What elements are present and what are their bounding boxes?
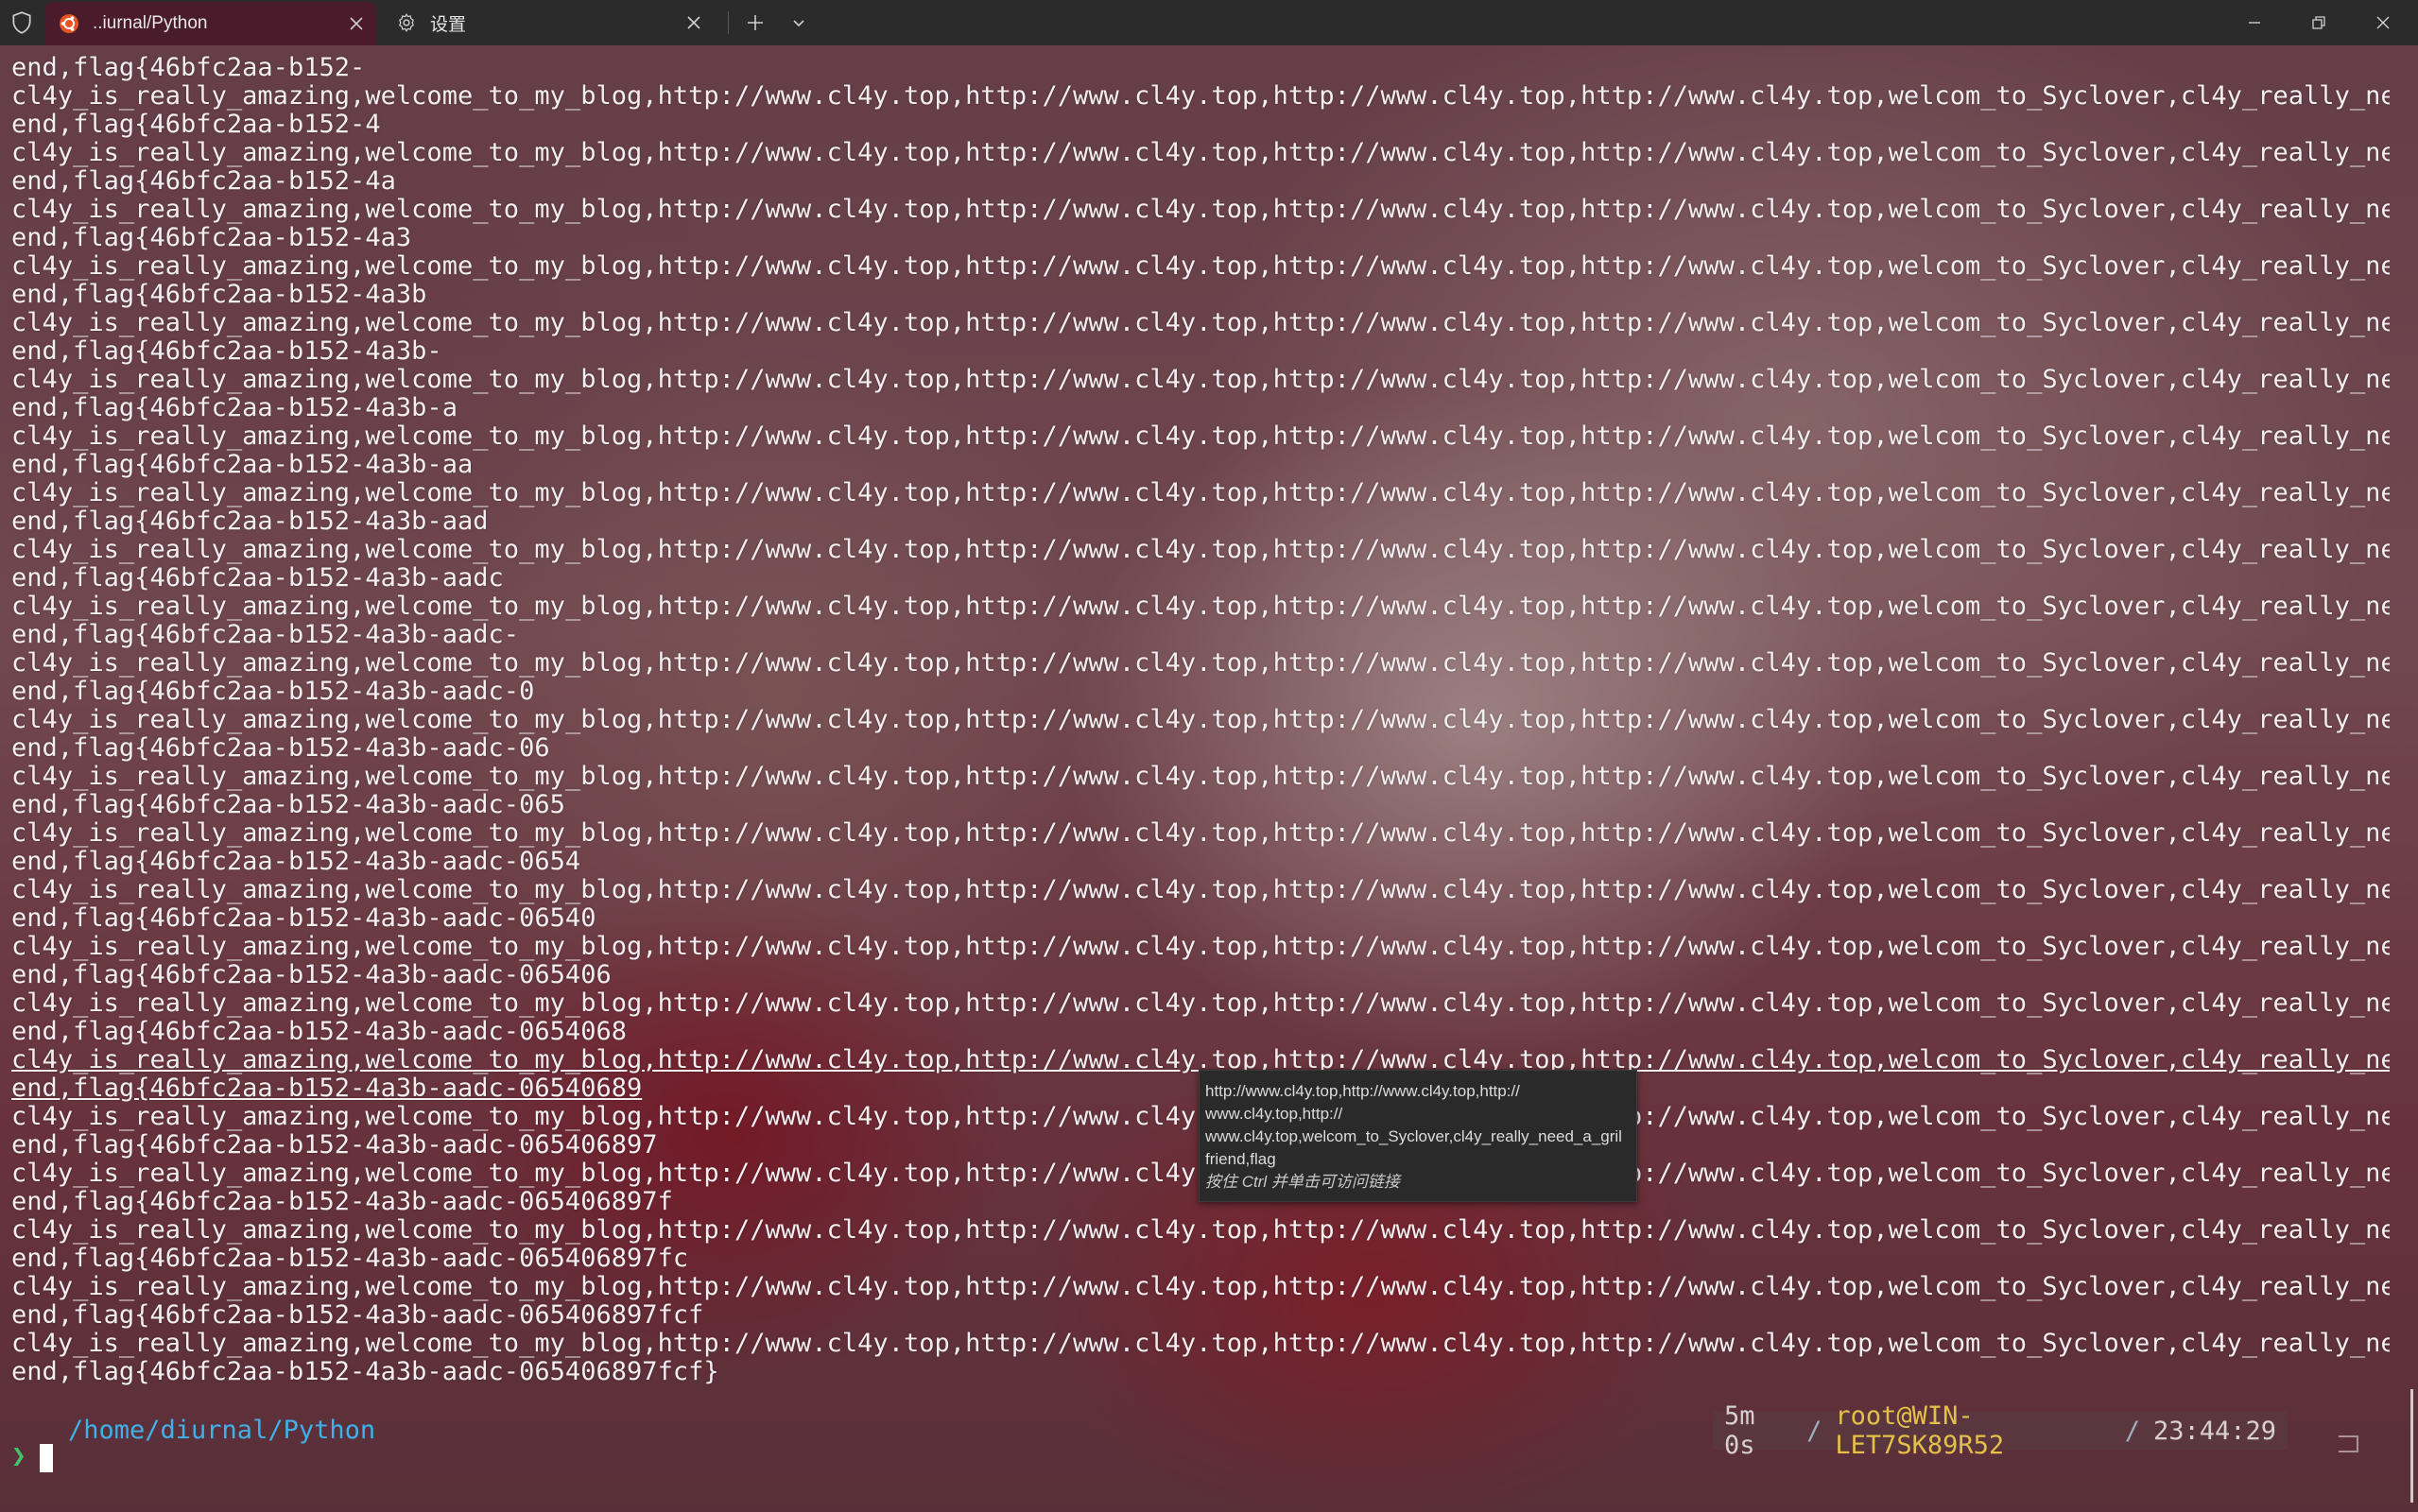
terminal-line: cl4y_is_really_amazing,welcome_to_my_blo… bbox=[11, 479, 2390, 507]
terminal-line: cl4y_is_really_amazing,welcome_to_my_blo… bbox=[11, 763, 2390, 791]
clock-time: 23:44:29 bbox=[2152, 1416, 2276, 1446]
new-tab-button[interactable] bbox=[741, 9, 769, 37]
terminal-line: cl4y_is_really_amazing,welcome_to_my_blo… bbox=[11, 706, 2390, 734]
prompt-status: 5m 0s / root@WIN-LET7SK89R52 / 23:44:29 bbox=[1713, 1401, 2288, 1460]
terminal-line: end,flag{46bfc2aa-b152-4a3b-aadc-0654068… bbox=[11, 1245, 689, 1273]
command-duration: 5m 0s bbox=[1724, 1401, 1755, 1460]
terminal-line: end,flag{46bfc2aa-b152-4a3b-aadc-0654068… bbox=[11, 1301, 704, 1330]
terminal-line: end,flag{46bfc2aa-b152-4a3b-aadc-065406 bbox=[11, 961, 612, 989]
terminal-line: end,flag{46bfc2aa-b152-4 bbox=[11, 111, 381, 139]
title-bar: ..iurnal/Python 设置 bbox=[0, 0, 2418, 45]
terminal-line: end,flag{46bfc2aa-b152-4a3b-aadc-0654068… bbox=[11, 1358, 719, 1386]
link-tooltip: http://www.cl4y.top,http://www.cl4y.top,… bbox=[1199, 1070, 1637, 1202]
terminal-line: end,flag{46bfc2aa-b152-4a3b-aadc-06 bbox=[11, 734, 550, 763]
terminal-line: end,flag{46bfc2aa-b152-4a3b-aadc-06540 bbox=[11, 904, 596, 933]
tooltip-hint: 按住 Ctrl 并单击可访问链接 bbox=[1205, 1173, 1400, 1191]
terminal-line: cl4y_is_really_amazing,welcome_to_my_blo… bbox=[11, 1273, 2390, 1301]
tab-divider bbox=[728, 11, 729, 34]
terminal-line: cl4y_is_really_amazing,welcome_to_my_blo… bbox=[11, 593, 2390, 621]
user-host: root@WIN-LET7SK89R52 bbox=[1835, 1401, 2005, 1460]
terminal-line: end,flag{46bfc2aa-b152-4a3b-aadc-0654068 bbox=[11, 1018, 628, 1046]
terminal-line: cl4y_is_really_amazing,welcome_to_my_blo… bbox=[11, 252, 2390, 281]
tab-label: 设置 bbox=[430, 14, 467, 35]
tab-terminal[interactable]: ..iurnal/Python bbox=[45, 2, 376, 45]
terminal-line: end,flag{46bfc2aa-b152-4a3b- bbox=[11, 337, 442, 366]
terminal-line: end,flag{46bfc2aa-b152-4a3b-aa bbox=[11, 451, 474, 479]
terminal-line: cl4y_is_really_amazing,welcome_to_my_blo… bbox=[11, 876, 2390, 904]
terminal-line: end,flag{46bfc2aa-b152- bbox=[11, 54, 366, 82]
tooltip-url-line: www.cl4y.top,http:// bbox=[1205, 1105, 1343, 1123]
return-icon bbox=[2339, 1435, 2358, 1452]
terminal-line: cl4y_is_really_amazing,welcome_to_my_blo… bbox=[11, 649, 2390, 678]
status-separator: / bbox=[1806, 1416, 1822, 1446]
terminal-line: cl4y_is_really_amazing,welcome_to_my_blo… bbox=[11, 422, 2390, 451]
terminal-line: cl4y_is_really_amazing,welcome_to_my_blo… bbox=[11, 933, 2390, 961]
terminal-line: cl4y_is_really_amazing,welcome_to_my_blo… bbox=[11, 309, 2390, 337]
tab-settings[interactable]: 设置 bbox=[383, 0, 714, 45]
close-icon[interactable] bbox=[342, 9, 371, 38]
prompt-caret: ❯ bbox=[11, 1442, 26, 1470]
minimize-button[interactable] bbox=[2223, 0, 2286, 45]
terminal-line: end,flag{46bfc2aa-b152-4a3b-aadc- bbox=[11, 621, 520, 649]
terminal-line: cl4y_is_really_amazing,welcome_to_my_blo… bbox=[11, 1330, 2390, 1358]
restore-button[interactable] bbox=[2288, 0, 2350, 45]
status-separator: / bbox=[2124, 1416, 2140, 1446]
prompt-path: /home/diurnal/Python bbox=[68, 1416, 376, 1445]
tab-label: ..iurnal/Python bbox=[93, 13, 208, 33]
terminal-line: end,flag{46bfc2aa-b152-4a3b-a bbox=[11, 394, 458, 422]
terminal-line: end,flag{46bfc2aa-b152-4a3 bbox=[11, 224, 412, 252]
shield-icon[interactable] bbox=[9, 10, 34, 35]
chevron-down-icon[interactable] bbox=[785, 9, 813, 37]
terminal-line: end,flag{46bfc2aa-b152-4a3b-aad bbox=[11, 507, 489, 536]
terminal-line: end,flag{46bfc2aa-b152-4a bbox=[11, 167, 396, 196]
tooltip-url-line: friend,flag bbox=[1205, 1150, 1276, 1168]
terminal-line: end,flag{46bfc2aa-b152-4a3b-aadc-0654 bbox=[11, 848, 581, 876]
terminal-line: end,flag{46bfc2aa-b152-4a3b-aadc-065 bbox=[11, 791, 565, 819]
terminal-line: cl4y_is_really_amazing,welcome_to_my_blo… bbox=[11, 819, 2390, 848]
text-cursor[interactable] bbox=[40, 1444, 53, 1472]
close-icon[interactable] bbox=[680, 9, 708, 37]
terminal-line: cl4y_is_really_amazing,welcome_to_my_blo… bbox=[11, 82, 2390, 111]
tooltip-url-line: http://www.cl4y.top,http://www.cl4y.top,… bbox=[1205, 1082, 1520, 1100]
ubuntu-icon bbox=[57, 11, 81, 36]
terminal-line: cl4y_is_really_amazing,welcome_to_my_blo… bbox=[11, 139, 2390, 167]
tooltip-url-line: www.cl4y.top,welcom_to_Syclover,cl4y_rea… bbox=[1205, 1127, 1622, 1145]
close-window-button[interactable] bbox=[2352, 0, 2414, 45]
terminal-line: end,flag{46bfc2aa-b152-4a3b-aadc bbox=[11, 564, 504, 593]
terminal-line: cl4y_is_really_amazing,welcome_to_my_blo… bbox=[11, 536, 2390, 564]
scrollbar[interactable] bbox=[2410, 1389, 2413, 1503]
terminal-line: end,flag{46bfc2aa-b152-4a3b-aadc-0 bbox=[11, 678, 535, 706]
terminal-line: cl4y_is_really_amazing,welcome_to_my_blo… bbox=[11, 196, 2390, 224]
gear-icon bbox=[394, 10, 419, 35]
terminal-line: cl4y_is_really_amazing,welcome_to_my_blo… bbox=[11, 366, 2390, 394]
terminal-line: end,flag{46bfc2aa-b152-4a3b bbox=[11, 281, 427, 309]
terminal-line: cl4y_is_really_amazing,welcome_to_my_blo… bbox=[11, 1216, 2390, 1245]
terminal-line: cl4y_is_really_amazing,welcome_to_my_blo… bbox=[11, 989, 2390, 1018]
